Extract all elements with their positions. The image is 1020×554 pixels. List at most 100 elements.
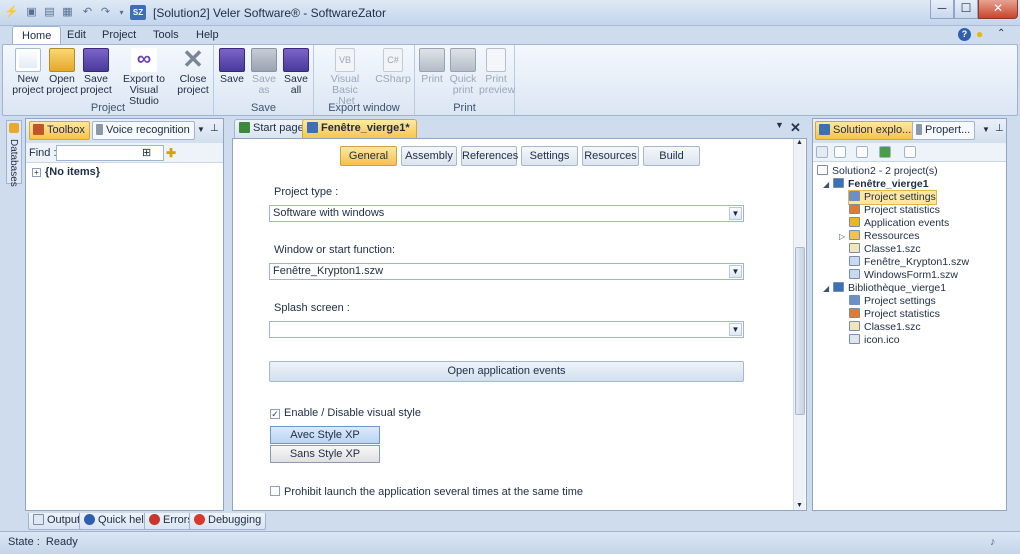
tree-node[interactable]: icon.ico — [849, 334, 900, 347]
binoculars-icon[interactable]: ⊞ — [142, 146, 151, 159]
visual-basic-button[interactable]: VB Visual Basic .Net — [317, 48, 373, 107]
tree-node[interactable]: Application events — [849, 217, 949, 230]
redo-icon[interactable]: ↷ — [98, 5, 113, 20]
close-document-icon[interactable]: ✕ — [790, 120, 801, 136]
databases-vertical-tab[interactable]: Databases — [6, 120, 22, 187]
style-xp-button[interactable]: Avec Style XP — [270, 426, 380, 444]
project-type-combo[interactable]: Software with windows ▼ — [269, 205, 744, 222]
status-text: State : Ready — [8, 536, 78, 548]
tree-node[interactable]: Project settings — [849, 295, 936, 308]
scroll-up-icon[interactable]: ▲ — [796, 139, 803, 146]
tree-node[interactable]: WindowsForm1.szw — [849, 269, 958, 282]
save-button[interactable]: Save — [217, 48, 247, 85]
subtab-resources[interactable]: Resources — [582, 146, 639, 166]
tab-home[interactable]: Home — [12, 26, 62, 45]
open-application-events-button[interactable]: Open application events — [269, 361, 744, 382]
expand-icon[interactable]: + — [32, 168, 41, 177]
splash-screen-combo[interactable]: ▼ — [269, 321, 744, 338]
tree-node[interactable]: Project statistics — [849, 204, 940, 217]
style-no-xp-button[interactable]: Sans Style XP — [270, 445, 380, 463]
tab-properties[interactable]: Propert... — [912, 121, 976, 140]
checkbox-checked-icon[interactable]: ✓ — [270, 409, 280, 419]
quick-print-button[interactable]: Quick print — [448, 48, 478, 96]
maximize-button[interactable]: ☐ — [954, 0, 978, 19]
tree-node[interactable]: Bibliothèque_vierge1 — [833, 282, 946, 295]
checkbox-unchecked-icon[interactable] — [270, 486, 280, 496]
dropdown-icon[interactable]: ▼ — [982, 125, 990, 134]
print-button[interactable]: Print — [418, 48, 446, 85]
save-project-button[interactable]: Save project — [80, 48, 112, 96]
subtab-build[interactable]: Build — [643, 146, 700, 166]
tree-node[interactable]: Solution2 - 2 project(s) — [817, 165, 938, 178]
expand-arrow-icon[interactable]: ▷ — [839, 232, 845, 241]
chevron-down-icon[interactable]: ▼ — [729, 265, 742, 278]
save-icon[interactable]: ▦ — [60, 5, 75, 20]
csharp-button[interactable]: C# CSharp — [374, 48, 412, 85]
tree-node[interactable]: Fenêtre_vierge1 — [833, 178, 929, 191]
tab-project[interactable]: Project — [93, 26, 145, 45]
tab-tools[interactable]: Tools — [144, 26, 188, 45]
subtab-assembly[interactable]: Assembly — [401, 146, 457, 166]
add-item-icon[interactable] — [904, 146, 916, 158]
save-as-button[interactable]: Save as — [249, 48, 279, 96]
export-visual-studio-button[interactable]: ∞ Export to Visual Studio — [114, 48, 174, 107]
window-start-combo[interactable]: Fenêtre_Krypton1.szw ▼ — [269, 263, 744, 280]
dropdown-icon[interactable]: ▼ — [197, 125, 205, 134]
database-icon — [9, 123, 19, 133]
tab-voice-recognition[interactable]: Voice recognition — [92, 121, 195, 140]
new-project-button[interactable]: New project — [11, 48, 45, 96]
subtab-settings[interactable]: Settings — [521, 146, 578, 166]
new-icon[interactable]: ▣ — [24, 5, 39, 20]
tab-solution-explorer[interactable]: Solution explo... — [815, 121, 917, 140]
tab-debugging[interactable]: Debugging — [189, 513, 267, 530]
pin-icon[interactable]: ⊥ — [995, 123, 1004, 134]
tree-node-label: Project statistics — [864, 308, 940, 320]
minimize-button[interactable]: ─ — [930, 0, 954, 19]
open-icon[interactable]: ▤ — [42, 5, 57, 20]
title-bar: ⚡ ▣ ▤ ▦ ↶ ↷ ▾ SZ [Solution2] Veler Softw… — [0, 0, 1020, 26]
vertical-scrollbar[interactable]: ▲ ▼ — [793, 139, 805, 510]
toolbox-panel: Toolbox Voice recognition ▼ ⊥ Find : ⊞ ✚… — [25, 118, 224, 511]
save-all-button[interactable]: Save all — [281, 48, 311, 96]
refresh-icon[interactable] — [816, 146, 828, 158]
tree-node[interactable]: Project settings — [848, 190, 937, 205]
chevron-down-icon[interactable]: ▼ — [729, 323, 742, 336]
close-button[interactable]: ✕ — [978, 0, 1018, 19]
help-icon[interactable]: ? — [958, 28, 971, 41]
tree-node[interactable]: Fenêtre_Krypton1.szw — [849, 256, 969, 269]
pin-icon[interactable]: ⊥ — [210, 123, 219, 134]
tree-node[interactable]: Project statistics — [849, 308, 940, 321]
undo-icon[interactable]: ↶ — [80, 5, 95, 20]
scroll-thumb[interactable] — [795, 247, 805, 415]
tab-fenetre-vierge1[interactable]: Fenêtre_vierge1* — [302, 119, 417, 138]
properties-icon[interactable] — [856, 146, 868, 158]
lightbulb-icon[interactable]: ● — [976, 27, 983, 41]
tab-toolbox[interactable]: Toolbox — [29, 121, 90, 140]
close-project-button[interactable]: ✕ Close project — [175, 46, 211, 96]
microphone-icon[interactable]: ♪ — [990, 536, 996, 548]
solution-explorer-panel: Solution explo... Propert... ▼ ⊥ Solutio… — [812, 118, 1007, 511]
print-preview-button[interactable]: Print preview — [479, 48, 515, 96]
tab-help[interactable]: Help — [187, 26, 228, 45]
tab-output[interactable]: Output — [28, 513, 86, 530]
open-project-button[interactable]: Open project — [46, 48, 78, 96]
tree-node[interactable]: Ressources — [849, 230, 919, 243]
visual-style-checkbox[interactable]: ✓ Enable / Disable visual style — [270, 407, 421, 419]
show-all-icon[interactable] — [834, 146, 846, 158]
prohibit-multiple-launch-checkbox[interactable]: Prohibit launch the application several … — [270, 486, 583, 498]
tab-start-page[interactable]: Start page — [234, 119, 311, 138]
chevron-down-icon[interactable]: ▼ — [729, 207, 742, 220]
subtab-general[interactable]: General — [340, 146, 397, 166]
scroll-down-icon[interactable]: ▼ — [796, 502, 803, 509]
customize-icon[interactable]: ▾ — [114, 5, 129, 20]
tab-edit[interactable]: Edit — [58, 26, 95, 45]
add-icon[interactable]: ✚ — [166, 146, 176, 160]
expand-arrow-icon[interactable]: ◢ — [823, 284, 829, 293]
collapse-ribbon-icon[interactable]: ⌃ — [997, 28, 1005, 39]
subtab-references[interactable]: References — [461, 146, 518, 166]
sync-icon[interactable] — [879, 146, 891, 158]
expand-arrow-icon[interactable]: ◢ — [823, 180, 829, 189]
doc-menu-icon[interactable]: ▼ — [775, 120, 784, 130]
tree-node[interactable]: Classe1.szc — [849, 321, 921, 334]
tree-node[interactable]: Classe1.szc — [849, 243, 921, 256]
